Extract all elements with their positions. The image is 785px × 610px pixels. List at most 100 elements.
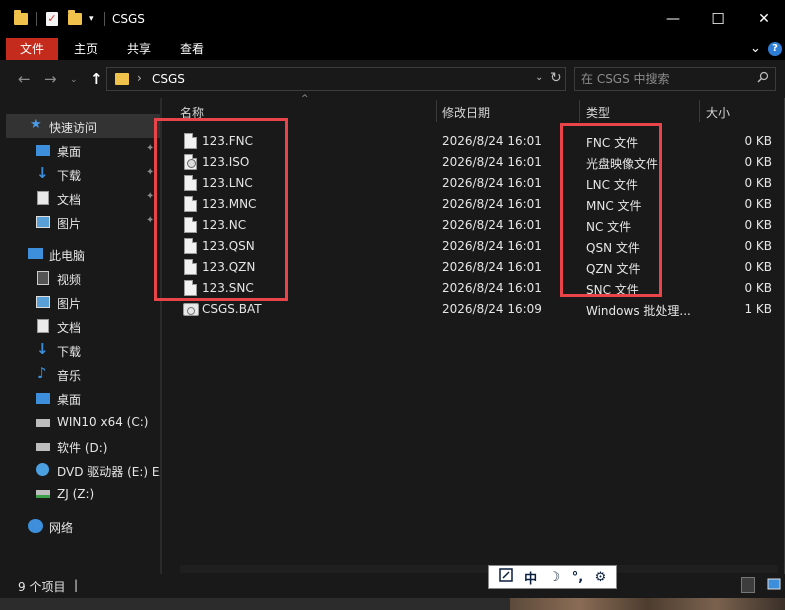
desktop-icon <box>36 145 50 156</box>
sort-ascending-icon: ^ <box>301 94 309 104</box>
computer-icon <box>28 248 43 259</box>
sidebar-item-drive-c[interactable]: WIN10 x64 (C:) <box>6 410 160 434</box>
file-size: 0 KB <box>744 155 772 169</box>
dvd-icon <box>36 463 49 476</box>
file-date: 2026/8/24 16:01 <box>442 155 542 169</box>
sidebar-item-drive-d[interactable]: 软件 (D:) <box>6 434 160 458</box>
details-view-icon[interactable] <box>741 577 755 593</box>
desktop-icon <box>36 393 50 404</box>
sidebar-item-videos[interactable]: 视频 <box>6 266 160 290</box>
sidebar-item-quick-access[interactable]: ★ 快速访问 <box>6 114 160 138</box>
network-icon <box>28 519 43 533</box>
chevron-right-icon[interactable]: › <box>137 71 142 85</box>
sidebar-item-desktop-pc[interactable]: 桌面 <box>6 386 160 410</box>
title-bar[interactable]: ✓ ▾ CSGS — ☐ ✕ <box>0 0 785 38</box>
video-icon <box>37 271 49 285</box>
properties-icon[interactable]: ✓ <box>46 10 58 28</box>
address-bar[interactable]: › CSGS ⌄ ↻ <box>106 67 566 91</box>
column-divider[interactable] <box>699 100 700 122</box>
file-size: 1 KB <box>744 302 772 316</box>
help-icon[interactable]: ? <box>768 42 782 56</box>
chevron-down-icon[interactable]: ⌄ <box>750 41 761 56</box>
search-box[interactable] <box>574 67 776 91</box>
customize-toolbar-icon[interactable]: ▾ <box>89 10 94 28</box>
search-icon[interactable] <box>757 71 769 83</box>
file-size: 0 KB <box>744 134 772 148</box>
sidebar-item-downloads-pc[interactable]: ↓ 下载 <box>6 338 160 362</box>
status-bar: 9 个项目 | <box>0 574 785 598</box>
music-icon: ♪ <box>37 364 47 382</box>
sidebar-item-desktop[interactable]: 桌面 ✦ <box>6 138 160 162</box>
maximize-button[interactable]: ☐ <box>707 8 729 30</box>
sidebar-item-downloads[interactable]: ↓ 下载 ✦ <box>6 162 160 186</box>
file-date: 2026/8/24 16:01 <box>442 281 542 295</box>
column-header-size[interactable]: 大小 <box>706 104 730 130</box>
file-date: 2026/8/24 16:01 <box>442 239 542 253</box>
file-size: 0 KB <box>744 218 772 232</box>
document-icon <box>37 319 49 333</box>
explorer-window: ✓ ▾ CSGS — ☐ ✕ 文件 主页 共享 查看 ⌄ ? ← → ⌄ ↑ ›… <box>0 0 785 598</box>
back-arrow-icon[interactable]: ← <box>18 70 31 88</box>
file-date: 2026/8/24 16:01 <box>442 197 542 211</box>
tiles-view-icon[interactable] <box>767 577 781 593</box>
ribbon-tabs: 文件 主页 共享 查看 ⌄ ? <box>0 38 785 60</box>
ime-toolbar[interactable]: 中 ☽ °, ⚙ <box>488 565 617 589</box>
sidebar-item-this-pc[interactable]: 此电脑 <box>6 242 160 266</box>
file-size: 0 KB <box>744 197 772 211</box>
window-title: CSGS <box>112 12 145 26</box>
up-arrow-icon[interactable]: ↑ <box>90 70 103 88</box>
ime-punctuation-icon[interactable]: °, <box>572 570 583 585</box>
refresh-icon[interactable]: ↻ <box>550 70 562 86</box>
folder-icon <box>14 10 28 28</box>
file-size: 0 KB <box>744 176 772 190</box>
download-icon: ↓ <box>36 164 49 182</box>
quick-access-separator <box>36 10 37 28</box>
column-divider[interactable] <box>436 100 437 122</box>
navigation-pane: ★ 快速访问 桌面 ✦ ↓ 下载 ✦ 文档 ✦ 图片 ✦ 此电脑 视频 图片 文… <box>6 98 160 574</box>
sidebar-item-music[interactable]: ♪ 音乐 <box>6 362 160 386</box>
file-size: 0 KB <box>744 239 772 253</box>
settings-icon[interactable]: ⚙ <box>595 570 607 585</box>
sidebar-item-dvd-e[interactable]: DVD 驱动器 (E:) EA <box>6 458 160 482</box>
column-header-date[interactable]: 修改日期 <box>442 104 490 130</box>
tab-home[interactable]: 主页 <box>66 38 106 60</box>
file-size: 0 KB <box>744 260 772 274</box>
new-folder-icon[interactable] <box>68 10 82 28</box>
network-drive-icon <box>36 490 50 498</box>
batch-file-icon <box>183 303 199 316</box>
ime-toggle-icon[interactable] <box>498 568 513 586</box>
file-name: CSGS.BAT <box>202 302 262 316</box>
forward-arrow-icon[interactable]: → <box>44 70 57 88</box>
minimize-button[interactable]: — <box>662 8 684 30</box>
drive-icon <box>36 419 50 427</box>
file-date: 2026/8/24 16:01 <box>442 218 542 232</box>
sidebar-item-pictures[interactable]: 图片 ✦ <box>6 210 160 234</box>
sidebar-item-documents-pc[interactable]: 文档 <box>6 314 160 338</box>
search-input[interactable] <box>581 71 751 87</box>
file-date: 2026/8/24 16:01 <box>442 176 542 190</box>
file-date: 2026/8/24 16:01 <box>442 260 542 274</box>
chevron-down-icon[interactable]: ⌄ <box>535 72 543 83</box>
horizontal-scrollbar[interactable] <box>180 565 778 573</box>
sidebar-item-network[interactable]: 网络 <box>6 514 160 538</box>
column-divider[interactable] <box>579 100 580 122</box>
picture-icon <box>36 216 50 228</box>
highlight-box-names <box>154 118 288 301</box>
sidebar-item-documents[interactable]: 文档 ✦ <box>6 186 160 210</box>
recent-locations-icon[interactable]: ⌄ <box>70 75 78 85</box>
file-size: 0 KB <box>744 281 772 295</box>
sidebar-item-drive-z[interactable]: ZJ (Z:) <box>6 482 160 506</box>
status-divider: | <box>74 578 79 592</box>
tab-file[interactable]: 文件 <box>6 38 58 60</box>
ime-mode-chinese[interactable]: 中 <box>524 568 537 587</box>
tab-share[interactable]: 共享 <box>119 38 159 60</box>
file-date: 2026/8/24 16:09 <box>442 302 542 316</box>
title-separator <box>104 10 105 28</box>
close-button[interactable]: ✕ <box>753 8 775 30</box>
tab-view[interactable]: 查看 <box>172 38 212 60</box>
table-row[interactable]: CSGS.BAT 2026/8/24 16:09 Windows 批处理... … <box>172 299 778 320</box>
breadcrumb[interactable]: CSGS <box>152 72 185 86</box>
ime-moon-icon[interactable]: ☽ <box>549 570 561 585</box>
document-icon <box>37 191 49 205</box>
sidebar-item-pictures-pc[interactable]: 图片 <box>6 290 160 314</box>
